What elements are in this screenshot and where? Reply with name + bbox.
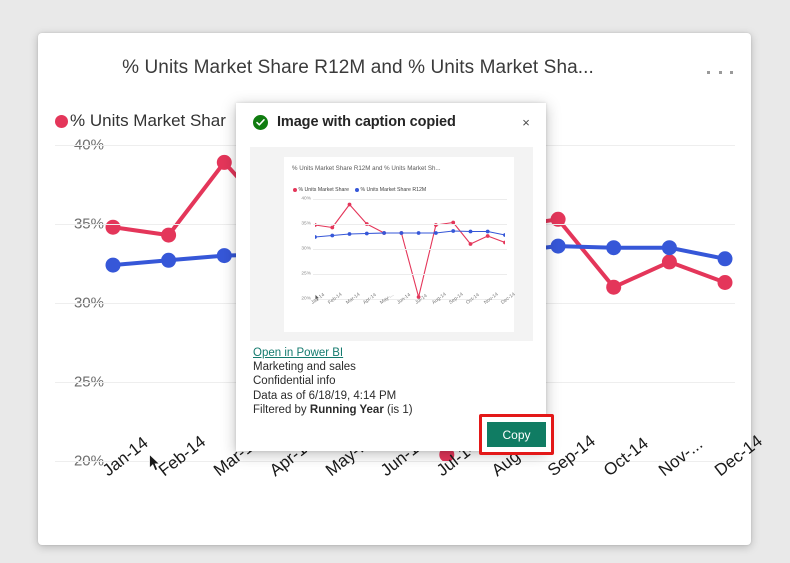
data-point[interactable] <box>216 154 232 170</box>
preview-mouse-cursor-icon <box>315 294 320 302</box>
gridline <box>313 249 507 250</box>
caption-sensitivity: Confidential info <box>253 375 336 388</box>
legend-label-units-market-share: % Units Market Shar <box>70 111 226 130</box>
data-point[interactable] <box>468 242 473 246</box>
caption-workspace: Marketing and sales <box>253 361 356 374</box>
data-point[interactable] <box>330 225 335 230</box>
data-point[interactable] <box>661 240 677 256</box>
dot <box>707 70 710 74</box>
data-point[interactable] <box>105 257 121 273</box>
data-point[interactable] <box>451 229 456 233</box>
preview-chart-plot-area: 40% 35% 30% 25% 20% <box>293 196 507 302</box>
y-axis-tick-label: 20% <box>301 296 311 302</box>
preview-chart-x-axis: Jan-14Feb-14Mar-14Apr-14May-...Jun-14Jul… <box>310 292 517 329</box>
data-point[interactable] <box>161 252 177 268</box>
caption-filter-name: Running Year <box>309 403 384 416</box>
chart-legend: % Units Market Shar <box>55 111 226 131</box>
data-point[interactable] <box>717 275 733 290</box>
image-preview-frame: % Units Market Share R12M and % Units Ma… <box>250 147 533 341</box>
caption-data-as-of: Data as of 6/18/19, 4:14 PM <box>253 389 397 402</box>
more-options-icon[interactable] <box>707 63 733 81</box>
legend-marker-units-market-share <box>293 188 297 192</box>
gridline <box>313 274 507 275</box>
legend-label-units-market-share-r12m: % Units Market Share R12M <box>360 187 427 193</box>
data-point[interactable] <box>485 234 490 238</box>
data-point[interactable] <box>606 279 622 295</box>
data-point[interactable] <box>330 233 335 238</box>
close-icon[interactable]: × <box>515 111 537 133</box>
data-point[interactable] <box>606 240 622 256</box>
copied-confirmation-dialog: Image with caption copied × % Units Mark… <box>236 103 546 451</box>
open-in-power-bi-link[interactable]: Open in Power BI <box>253 347 343 359</box>
data-point[interactable] <box>364 231 369 236</box>
gridline <box>313 199 507 200</box>
caption-link-row: Open in Power BI <box>253 346 528 360</box>
data-point[interactable] <box>503 240 507 245</box>
legend-marker-units-market-share-r12m <box>354 188 359 192</box>
y-axis-tick-label: 25% <box>301 271 311 277</box>
data-point[interactable] <box>503 233 507 237</box>
data-point[interactable] <box>347 232 352 236</box>
image-caption: Open in Power BI Marketing and sales Con… <box>253 346 528 417</box>
data-point[interactable] <box>399 231 404 235</box>
series-line <box>314 203 506 298</box>
data-point[interactable] <box>485 229 490 234</box>
data-point[interactable] <box>313 235 317 239</box>
data-point[interactable] <box>216 248 232 264</box>
y-axis-tick-label: 40% <box>301 196 311 202</box>
gridline <box>313 224 507 225</box>
data-point[interactable] <box>347 202 352 207</box>
data-point[interactable] <box>105 219 121 235</box>
data-point[interactable] <box>434 231 438 235</box>
caption-filter-value: (is 1) <box>383 403 413 416</box>
mouse-cursor-icon <box>149 454 161 472</box>
main-chart-x-axis: Jan-14 Feb-14 Mar-14 Apr-14 May-... Jun-14 Jul… <box>99 431 785 545</box>
data-point[interactable] <box>468 229 473 234</box>
dot <box>730 70 733 74</box>
data-point[interactable] <box>382 231 386 235</box>
data-point[interactable] <box>416 231 421 235</box>
data-point[interactable] <box>550 238 566 254</box>
y-axis-tick-label: 30% <box>301 246 311 252</box>
preview-chart-title: % Units Market Share R12M and % Units Ma… <box>292 165 441 172</box>
legend-marker-units-market-share <box>55 114 68 128</box>
check-circle-icon <box>253 114 268 130</box>
dialog-title: Image with caption copied <box>277 114 456 130</box>
data-point[interactable] <box>161 227 177 243</box>
data-point[interactable] <box>717 251 733 267</box>
caption-filter-prefix: Filtered by <box>253 403 310 416</box>
preview-chart-legend: % Units Market Share % Units Market Shar… <box>293 187 426 193</box>
data-point[interactable] <box>661 254 677 270</box>
series-line <box>314 230 506 238</box>
dot <box>718 70 722 74</box>
dialog-header: Image with caption copied × <box>236 103 546 141</box>
copy-button[interactable]: Copy <box>487 422 546 447</box>
gridline <box>313 299 507 300</box>
y-axis-tick-label: 35% <box>301 221 311 227</box>
page-title: % Units Market Share R12M and % Units Ma… <box>122 57 594 78</box>
legend-label-units-market-share: % Units Market Share <box>298 187 349 193</box>
image-preview-chart: % Units Market Share R12M and % Units Ma… <box>284 157 517 332</box>
